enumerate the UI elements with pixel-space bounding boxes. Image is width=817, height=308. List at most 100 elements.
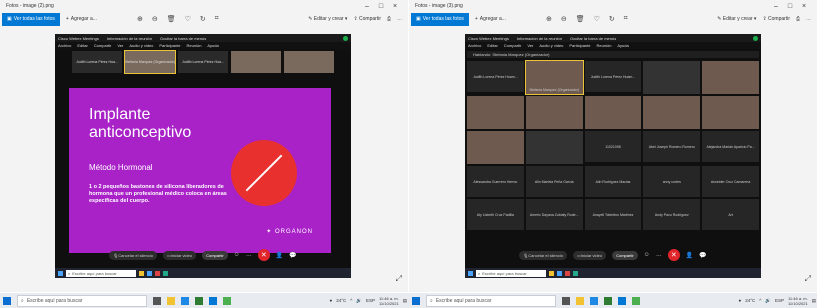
clock[interactable]: 11:46 a. m. 11/10/2021 <box>379 296 399 306</box>
volume-icon[interactable]: 🔊 <box>356 298 362 304</box>
webex-title-bar: Cisco Webex Meetings Información de la r… <box>55 34 351 42</box>
webex-icon[interactable] <box>223 296 231 305</box>
participant-tile <box>643 96 701 129</box>
more-icon[interactable]: … <box>806 16 811 22</box>
file-explorer-icon[interactable] <box>167 296 175 305</box>
meeting-info: Información de la reunión <box>516 35 562 41</box>
expand-icon[interactable]: ⤢ <box>805 274 811 284</box>
clock[interactable]: 11:46 a. m. 11/10/2021 <box>788 296 808 306</box>
reactions-icon[interactable]: ☺ <box>644 252 650 258</box>
crop-icon[interactable]: ⌗ <box>215 15 219 23</box>
more-options-icon[interactable]: … <box>246 252 252 258</box>
zoom-in-icon[interactable]: ⊕ <box>546 15 552 23</box>
edge-icon[interactable] <box>181 296 189 305</box>
print-icon[interactable]: ⎙ <box>387 16 391 22</box>
add-to-button[interactable]: + Agregar a... <box>66 16 97 22</box>
inner-taskbar: ⌕ Escribe aquí para buscar <box>55 268 351 278</box>
task-view-icon[interactable] <box>153 296 161 305</box>
share-content-button[interactable]: Compartir <box>612 250 638 260</box>
edge-icon[interactable] <box>590 296 598 305</box>
more-icon[interactable]: … <box>397 16 402 22</box>
share-button[interactable]: ⇪ Compartir <box>353 16 381 22</box>
zoom-in-icon[interactable]: ⊕ <box>137 15 143 23</box>
end-call-button[interactable]: ✕ <box>667 249 680 261</box>
delete-icon[interactable]: 🗑 <box>576 15 585 23</box>
edge-icon <box>147 270 152 276</box>
minimize-button[interactable]: – <box>769 3 783 10</box>
crop-icon[interactable]: ⌗ <box>624 15 628 23</box>
temperature: 24°C <box>745 298 756 303</box>
rotate-icon[interactable]: ↻ <box>609 15 615 23</box>
delete-icon[interactable]: 🗑 <box>167 15 176 23</box>
minimize-button[interactable]: – <box>360 3 374 10</box>
participant-tile: 11021098 <box>584 131 642 162</box>
share-content-button[interactable]: Compartir <box>202 250 228 260</box>
edit-create-button[interactable]: ✎ Editar y crear ▾ <box>717 16 756 22</box>
add-to-button[interactable]: + Agregar a... <box>475 16 506 22</box>
language[interactable]: ESP <box>366 298 375 303</box>
participant-tile <box>467 131 524 164</box>
inner-search-box: ⌕ Escribe aquí para buscar <box>66 269 136 277</box>
favorite-icon[interactable]: ♡ <box>185 15 191 23</box>
taskbar-search-box[interactable]: ⌕ Escribe aquí para buscar <box>17 294 147 307</box>
file-explorer-icon[interactable] <box>576 296 584 305</box>
language[interactable]: ESP <box>775 298 784 303</box>
print-icon[interactable]: ⎙ <box>796 16 800 22</box>
chrome-icon[interactable] <box>604 296 612 305</box>
notifications-icon[interactable]: ▤ <box>403 298 407 304</box>
unmute-button[interactable]: 🎙 Cancelar el silencio <box>519 250 567 260</box>
maximize-button[interactable]: □ <box>374 3 388 10</box>
windows-start-icon[interactable] <box>412 296 420 305</box>
slide-title: Implante anticonceptivo <box>89 106 192 141</box>
reactions-icon[interactable]: ☺ <box>234 252 240 258</box>
webex-icon[interactable] <box>632 296 640 305</box>
participant-tile <box>702 61 759 94</box>
windows-start-icon[interactable] <box>3 296 11 305</box>
windows-icon <box>58 270 63 276</box>
organon-logo: ✦ ORGANON <box>266 229 313 235</box>
menu-compartir: Compartir <box>93 43 112 48</box>
search-icon: ⌕ <box>68 270 71 276</box>
start-video-button[interactable]: ▭ Iniciar video <box>162 250 197 260</box>
favorite-icon[interactable]: ♡ <box>594 15 600 23</box>
end-call-button[interactable]: ✕ <box>257 249 270 261</box>
store-icon[interactable] <box>618 296 626 305</box>
close-button[interactable]: × <box>797 3 811 10</box>
chrome-icon[interactable] <box>195 296 203 305</box>
more-options-icon[interactable]: … <box>656 252 662 258</box>
implant-graphic <box>231 140 297 206</box>
rotate-icon[interactable]: ↻ <box>200 15 206 23</box>
edit-create-button[interactable]: ✎ Editar y crear ▾ <box>308 16 347 22</box>
notifications-icon[interactable]: ▤ <box>812 298 816 304</box>
see-all-photos-button[interactable]: ▣ Ver todas las fotos <box>411 12 469 26</box>
participants-icon[interactable]: 👤 <box>276 252 283 259</box>
close-button[interactable]: × <box>388 3 402 10</box>
participants-icon[interactable]: 👤 <box>686 252 693 259</box>
webex-screenshot: Cisco Webex Meetings Información de la r… <box>55 34 351 278</box>
taskbar-search-box[interactable]: ⌕ Escribe aquí para buscar <box>426 294 556 307</box>
zoom-out-icon[interactable]: ⊖ <box>561 15 567 23</box>
volume-icon[interactable]: 🔊 <box>765 298 771 304</box>
hide-menu-bar: Ocultar la barra de menús <box>159 35 207 41</box>
webex-screenshot: Cisco Webex Meetings Información de la r… <box>465 34 761 278</box>
share-button[interactable]: ⇪ Compartir <box>762 16 790 22</box>
tray-chevron-icon[interactable]: ^ <box>350 298 352 303</box>
photos-icon: ▣ <box>7 16 12 22</box>
maximize-button[interactable]: □ <box>783 3 797 10</box>
plus-icon: + <box>65 16 69 22</box>
weather-icon: ● <box>738 298 742 303</box>
store-icon[interactable] <box>209 296 217 305</box>
tray-chevron-icon[interactable]: ^ <box>759 298 761 303</box>
menu-archivo: Archivo <box>58 43 72 48</box>
see-all-photos-button[interactable]: ▣ Ver todas las fotos <box>2 12 60 26</box>
zoom-out-icon[interactable]: ⊖ <box>152 15 158 23</box>
clock-date: 11/10/2021 <box>788 300 808 306</box>
inner-search-box: ⌕ Escribe aquí para buscar <box>476 269 546 277</box>
expand-icon[interactable]: ⤢ <box>396 274 402 284</box>
chat-icon[interactable]: 💬 <box>289 252 296 259</box>
photos-toolbar: ▣ Ver todas las fotos + Agregar a... ⊕ ⊖ 🗑… <box>0 12 408 26</box>
task-view-icon[interactable] <box>562 296 570 305</box>
start-video-button[interactable]: ▭ Iniciar video <box>572 250 607 260</box>
unmute-button[interactable]: 🎙 Cancelar el silencio <box>109 250 157 260</box>
chat-icon[interactable]: 💬 <box>699 252 706 259</box>
